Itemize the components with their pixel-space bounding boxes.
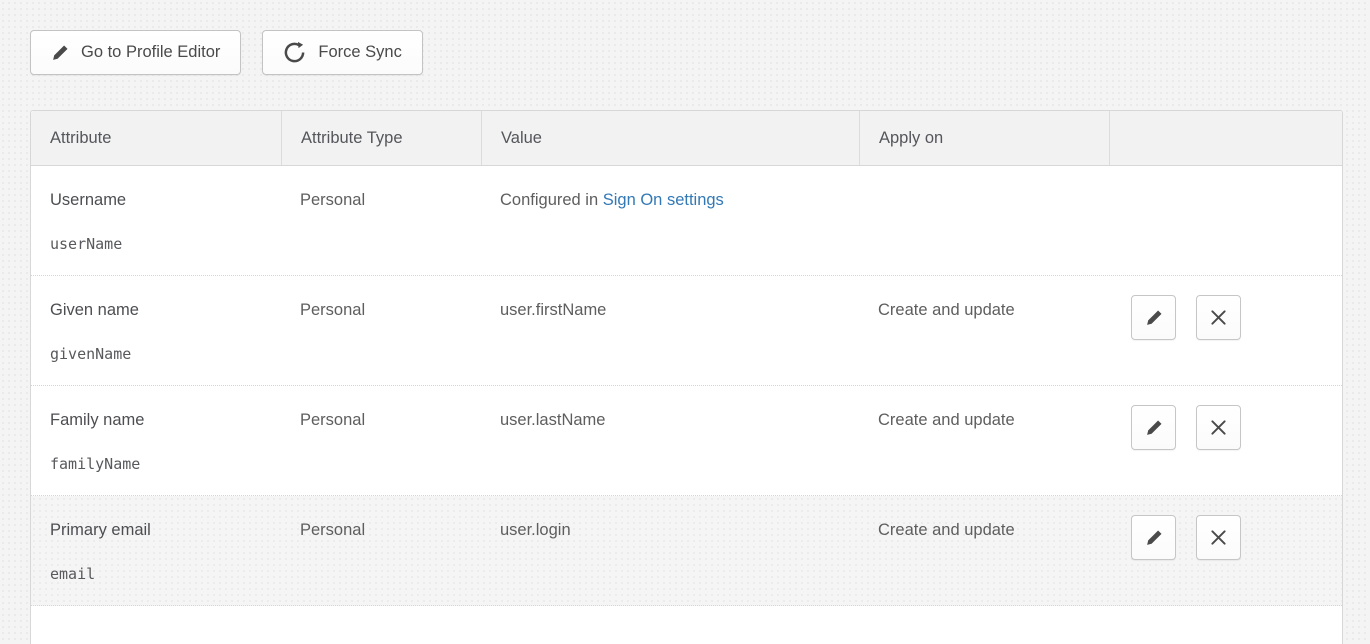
- value-prefix: Configured in: [500, 191, 603, 209]
- attribute-code: familyName: [50, 455, 267, 473]
- table-body: Username userName Personal Configured in…: [31, 166, 1342, 606]
- table-header-row: Attribute Attribute Type Value Apply on: [31, 111, 1342, 166]
- attribute-code: givenName: [50, 345, 267, 363]
- attribute-label: Given name: [50, 301, 267, 320]
- go-to-profile-editor-label: Go to Profile Editor: [81, 43, 220, 62]
- pencil-icon: [1145, 419, 1163, 437]
- attribute-code: userName: [50, 235, 267, 253]
- value-cell: user.firstName: [481, 276, 859, 385]
- delete-attribute-button[interactable]: [1196, 295, 1241, 340]
- delete-attribute-button[interactable]: [1196, 405, 1241, 450]
- pencil-icon: [1145, 529, 1163, 547]
- sign-on-settings-link[interactable]: Sign On settings: [603, 191, 724, 209]
- value-cell: user.lastName: [481, 386, 859, 495]
- actions-cell: [1109, 496, 1342, 605]
- attribute-cell: Family name familyName: [31, 386, 281, 495]
- attribute-cell: Primary email email: [31, 496, 281, 605]
- toolbar: Go to Profile Editor Force Sync: [30, 30, 423, 75]
- edit-attribute-button[interactable]: [1131, 515, 1176, 560]
- table-row: Username userName Personal Configured in…: [31, 166, 1342, 276]
- attribute-label: Family name: [50, 411, 267, 430]
- attribute-type-cell: Personal: [281, 386, 481, 495]
- table-row: Primary email email Personal user.login …: [31, 496, 1342, 606]
- value-text: user.login: [500, 521, 571, 539]
- attribute-type-cell: Personal: [281, 496, 481, 605]
- page: Go to Profile Editor Force Sync Attribut…: [0, 0, 1370, 644]
- header-attribute-type: Attribute Type: [281, 111, 481, 165]
- attribute-cell: Given name givenName: [31, 276, 281, 385]
- x-icon: [1210, 529, 1227, 546]
- value-text: user.lastName: [500, 411, 605, 429]
- attribute-mappings-table: Attribute Attribute Type Value Apply on …: [30, 110, 1343, 644]
- header-apply-on: Apply on: [859, 111, 1109, 165]
- attribute-code: email: [50, 565, 267, 583]
- header-value: Value: [481, 111, 859, 165]
- header-attribute: Attribute: [31, 111, 281, 165]
- header-actions: [1109, 111, 1342, 165]
- force-sync-button[interactable]: Force Sync: [262, 30, 422, 75]
- go-to-profile-editor-button[interactable]: Go to Profile Editor: [30, 30, 241, 75]
- value-cell: user.login: [481, 496, 859, 605]
- value-cell: Configured in Sign On settings: [481, 166, 859, 275]
- attribute-label: Username: [50, 191, 267, 210]
- edit-attribute-button[interactable]: [1131, 295, 1176, 340]
- attribute-type-cell: Personal: [281, 276, 481, 385]
- x-icon: [1210, 419, 1227, 436]
- attribute-label: Primary email: [50, 521, 267, 540]
- x-icon: [1210, 309, 1227, 326]
- edit-attribute-button[interactable]: [1131, 405, 1176, 450]
- pencil-icon: [1145, 309, 1163, 327]
- delete-attribute-button[interactable]: [1196, 515, 1241, 560]
- attribute-cell: Username userName: [31, 166, 281, 275]
- apply-on-cell: [859, 166, 1109, 275]
- pencil-icon: [51, 44, 69, 62]
- force-sync-label: Force Sync: [318, 43, 401, 62]
- apply-on-cell: Create and update: [859, 276, 1109, 385]
- apply-on-cell: Create and update: [859, 496, 1109, 605]
- table-row: Family name familyName Personal user.las…: [31, 386, 1342, 496]
- apply-on-cell: Create and update: [859, 386, 1109, 495]
- actions-cell: [1109, 386, 1342, 495]
- table-row: Given name givenName Personal user.first…: [31, 276, 1342, 386]
- attribute-type-cell: Personal: [281, 166, 481, 275]
- actions-cell: [1109, 276, 1342, 385]
- value-text: user.firstName: [500, 301, 606, 319]
- refresh-icon: [283, 41, 306, 64]
